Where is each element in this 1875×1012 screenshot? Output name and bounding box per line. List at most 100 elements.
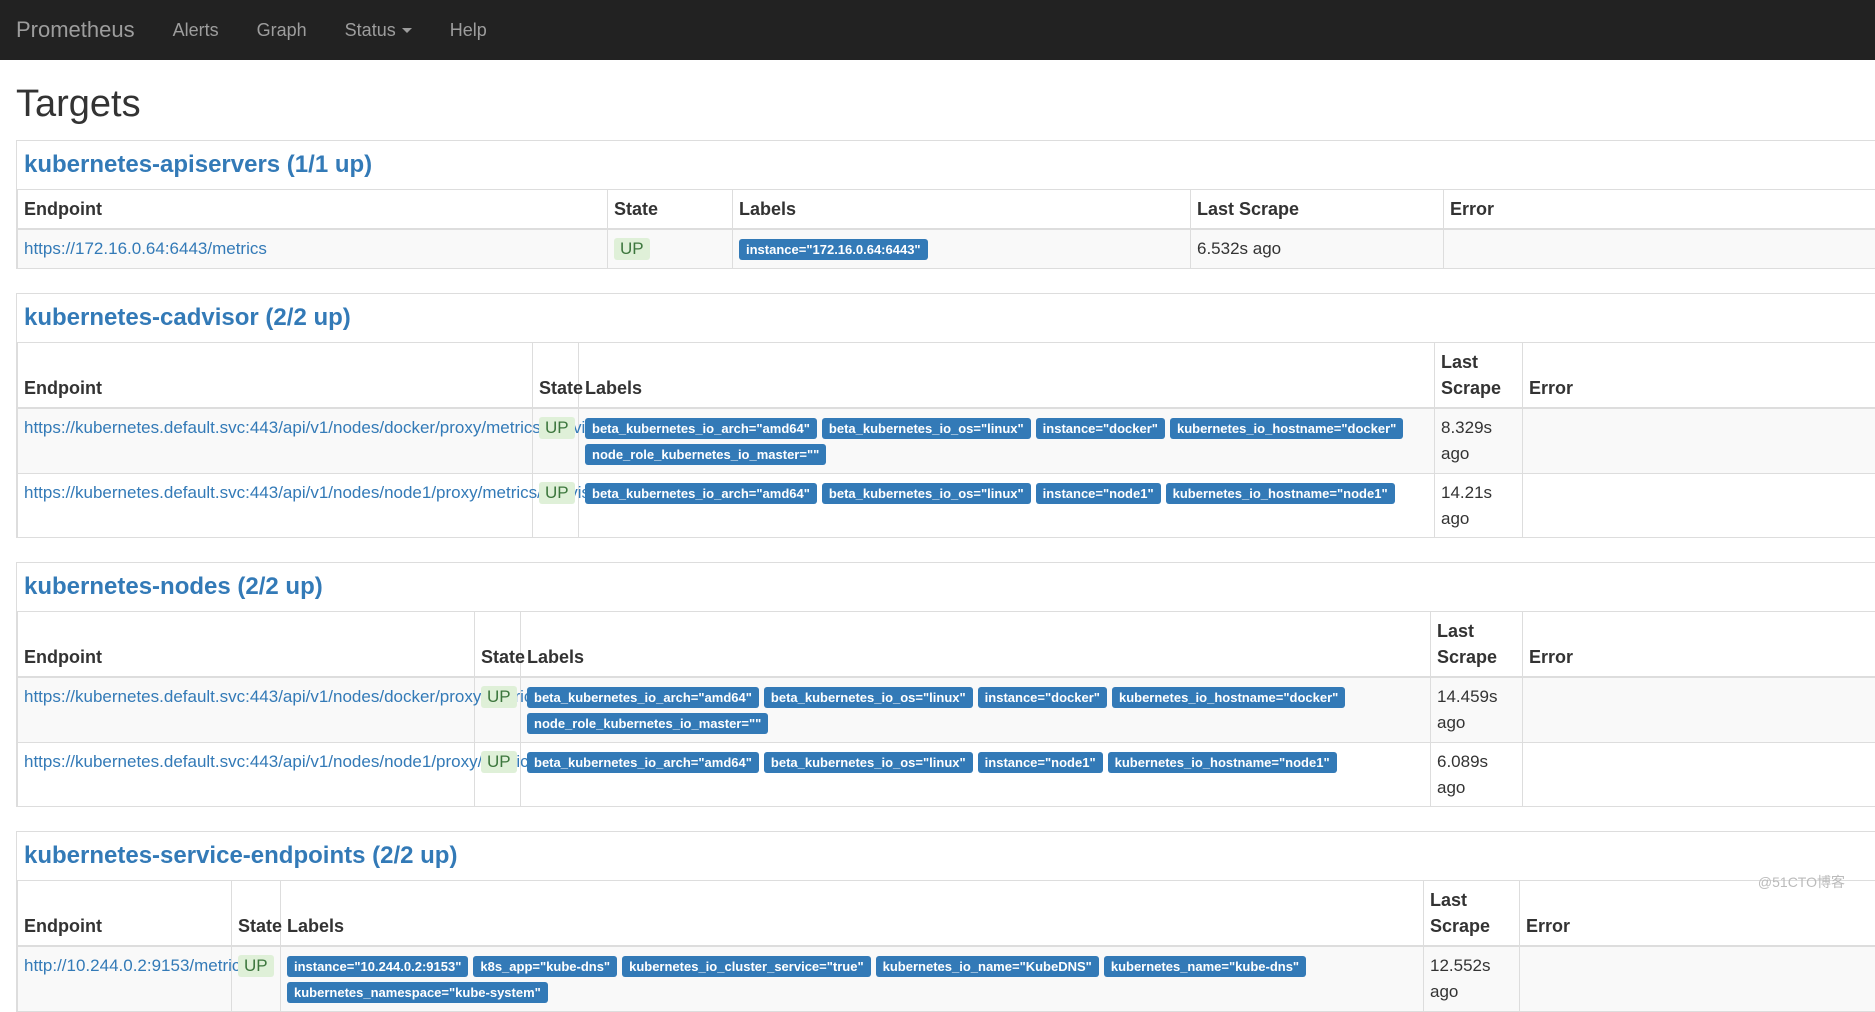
column-header-endpoint: Endpoint bbox=[18, 189, 608, 229]
job-section: kubernetes-nodes (2/2 up) EndpointStateLa… bbox=[16, 562, 1875, 807]
labels-cell: beta_kubernetes_io_arch="amd64"beta_kube… bbox=[521, 743, 1431, 807]
endpoint-cell: https://kubernetes.default.svc:443/api/v… bbox=[18, 677, 475, 743]
endpoint-link[interactable]: https://kubernetes.default.svc:443/api/v… bbox=[24, 483, 605, 502]
endpoint-cell: https://172.16.0.64:6443/metrics bbox=[18, 229, 608, 269]
last-scrape-cell: 6.532s ago bbox=[1191, 229, 1444, 269]
state-cell: UP bbox=[475, 677, 521, 743]
column-header-labels: Labels bbox=[579, 342, 1435, 408]
endpoint-cell: https://kubernetes.default.svc:443/api/v… bbox=[18, 743, 475, 807]
labels-cell: beta_kubernetes_io_arch="amd64"beta_kube… bbox=[521, 677, 1431, 743]
target-label-badge: beta_kubernetes_io_arch="amd64" bbox=[527, 752, 759, 773]
column-header-last-scrape: Last Scrape bbox=[1191, 189, 1444, 229]
target-label-badge: node_role_kubernetes_io_master="" bbox=[527, 713, 768, 734]
target-label-badge: beta_kubernetes_io_os="linux" bbox=[764, 687, 973, 708]
column-header-labels: Labels bbox=[733, 189, 1191, 229]
job-header: kubernetes-service-endpoints (2/2 up) bbox=[17, 832, 1875, 880]
target-label-badge: instance="node1" bbox=[978, 752, 1103, 773]
table-row: http://10.244.0.2:9153/metricsUP instance… bbox=[18, 946, 1875, 1012]
target-label-badge: k8s_app="kube-dns" bbox=[473, 956, 617, 977]
job-header: kubernetes-nodes (2/2 up) bbox=[17, 563, 1875, 611]
error-cell bbox=[1520, 946, 1875, 1012]
target-label-badge: beta_kubernetes_io_arch="amd64" bbox=[527, 687, 759, 708]
target-label-badge: kubernetes_io_name="KubeDNS" bbox=[876, 956, 1099, 977]
top-navbar: Prometheus Alerts Graph Status Help bbox=[0, 0, 1875, 60]
state-cell: UP bbox=[533, 408, 579, 474]
endpoint-link[interactable]: https://kubernetes.default.svc:443/api/v… bbox=[24, 418, 609, 437]
target-label-badge: instance="docker" bbox=[978, 687, 1107, 708]
nav-status-label: Status bbox=[345, 20, 396, 41]
table-row: https://kubernetes.default.svc:443/api/v… bbox=[18, 677, 1875, 743]
labels-cell: instance="10.244.0.2:9153"k8s_app="kube-… bbox=[281, 946, 1424, 1012]
column-header-state: State bbox=[232, 881, 281, 947]
error-cell bbox=[1523, 677, 1875, 743]
target-label-badge: instance="172.16.0.64:6443" bbox=[739, 239, 928, 260]
state-cell: UP bbox=[475, 743, 521, 807]
endpoint-link[interactable]: https://172.16.0.64:6443/metrics bbox=[24, 239, 267, 258]
caret-down-icon bbox=[402, 28, 412, 33]
job-header: kubernetes-apiservers (1/1 up) bbox=[17, 141, 1875, 189]
targets-table: EndpointStateLabelsLast ScrapeErrorhttps… bbox=[17, 611, 1875, 807]
job-list: kubernetes-apiservers (1/1 up)EndpointSt… bbox=[16, 140, 1875, 1012]
job-header: kubernetes-cadvisor (2/2 up) bbox=[17, 294, 1875, 342]
state-badge: UP bbox=[481, 751, 517, 773]
target-label-badge: kubernetes_io_hostname="node1" bbox=[1166, 483, 1395, 504]
target-label-badge: beta_kubernetes_io_arch="amd64" bbox=[585, 418, 817, 439]
nav-help[interactable]: Help bbox=[450, 20, 487, 41]
column-header-state: State bbox=[533, 342, 579, 408]
brand-link[interactable]: Prometheus bbox=[16, 17, 135, 43]
error-cell bbox=[1523, 408, 1875, 474]
column-header-last-scrape: Last Scrape bbox=[1435, 342, 1523, 408]
job-title-link[interactable]: kubernetes-apiservers (1/1 up) bbox=[24, 151, 372, 178]
job-section: kubernetes-cadvisor (2/2 up) EndpointStat… bbox=[16, 293, 1875, 538]
endpoint-cell: https://kubernetes.default.svc:443/api/v… bbox=[18, 408, 533, 474]
page-title: Targets bbox=[16, 84, 1875, 126]
targets-table: EndpointStateLabelsLast ScrapeErrorhttps… bbox=[17, 342, 1875, 538]
job-title-link[interactable]: kubernetes-service-endpoints (2/2 up) bbox=[24, 842, 457, 869]
last-scrape-cell: 12.552s ago bbox=[1424, 946, 1520, 1012]
target-label-badge: kubernetes_io_cluster_service="true" bbox=[622, 956, 871, 977]
endpoint-cell: https://kubernetes.default.svc:443/api/v… bbox=[18, 474, 533, 538]
last-scrape-cell: 6.089s ago bbox=[1431, 743, 1523, 807]
job-title-link[interactable]: kubernetes-nodes (2/2 up) bbox=[24, 573, 323, 600]
nav-status-dropdown[interactable]: Status bbox=[345, 20, 412, 41]
labels-cell: beta_kubernetes_io_arch="amd64"beta_kube… bbox=[579, 408, 1435, 474]
column-header-labels: Labels bbox=[281, 881, 1424, 947]
error-cell bbox=[1523, 474, 1875, 538]
column-header-error: Error bbox=[1444, 189, 1875, 229]
error-cell bbox=[1523, 743, 1875, 807]
table-row: https://kubernetes.default.svc:443/api/v… bbox=[18, 408, 1875, 474]
error-cell bbox=[1444, 229, 1875, 269]
job-title-link[interactable]: kubernetes-cadvisor (2/2 up) bbox=[24, 304, 351, 331]
state-cell: UP bbox=[608, 229, 733, 269]
table-header-row: EndpointStateLabelsLast ScrapeError bbox=[18, 342, 1875, 408]
target-label-badge: node_role_kubernetes_io_master="" bbox=[585, 444, 826, 465]
table-header-row: EndpointStateLabelsLast ScrapeError bbox=[18, 612, 1875, 678]
state-badge: UP bbox=[539, 482, 575, 504]
targets-table: EndpointStateLabelsLast ScrapeError https… bbox=[17, 189, 1875, 269]
target-label-badge: beta_kubernetes_io_arch="amd64" bbox=[585, 483, 817, 504]
target-label-badge: instance="docker" bbox=[1036, 418, 1165, 439]
column-header-last-scrape: Last Scrape bbox=[1424, 881, 1520, 947]
watermark: @51CTO博客 bbox=[1758, 872, 1845, 892]
job-section: kubernetes-apiservers (1/1 up) EndpointSt… bbox=[16, 140, 1875, 269]
endpoint-link[interactable]: https://kubernetes.default.svc:443/api/v… bbox=[24, 687, 541, 706]
state-badge: UP bbox=[614, 238, 650, 260]
table-header-row: EndpointStateLabelsLast ScrapeError bbox=[18, 881, 1875, 947]
endpoint-link[interactable]: http://10.244.0.2:9153/metrics bbox=[24, 956, 249, 975]
state-badge: UP bbox=[238, 955, 274, 977]
target-label-badge: instance="node1" bbox=[1036, 483, 1161, 504]
target-label-badge: kubernetes_namespace="kube-system" bbox=[287, 982, 548, 1003]
last-scrape-cell: 8.329s ago bbox=[1435, 408, 1523, 474]
nav-alerts[interactable]: Alerts bbox=[173, 20, 219, 41]
table-header-row: EndpointStateLabelsLast ScrapeError bbox=[18, 189, 1875, 229]
target-label-badge: beta_kubernetes_io_os="linux" bbox=[764, 752, 973, 773]
state-cell: UP bbox=[533, 474, 579, 538]
main-container: Targets kubernetes-apiservers (1/1 up) En… bbox=[0, 84, 1875, 1012]
labels-cell: beta_kubernetes_io_arch="amd64"beta_kube… bbox=[579, 474, 1435, 538]
column-header-error: Error bbox=[1523, 342, 1875, 408]
nav-graph[interactable]: Graph bbox=[257, 20, 307, 41]
endpoint-link[interactable]: https://kubernetes.default.svc:443/api/v… bbox=[24, 752, 537, 771]
state-badge: UP bbox=[539, 417, 575, 439]
job-section: kubernetes-service-endpoints (2/2 up) End… bbox=[16, 831, 1875, 1012]
column-header-endpoint: Endpoint bbox=[18, 881, 232, 947]
